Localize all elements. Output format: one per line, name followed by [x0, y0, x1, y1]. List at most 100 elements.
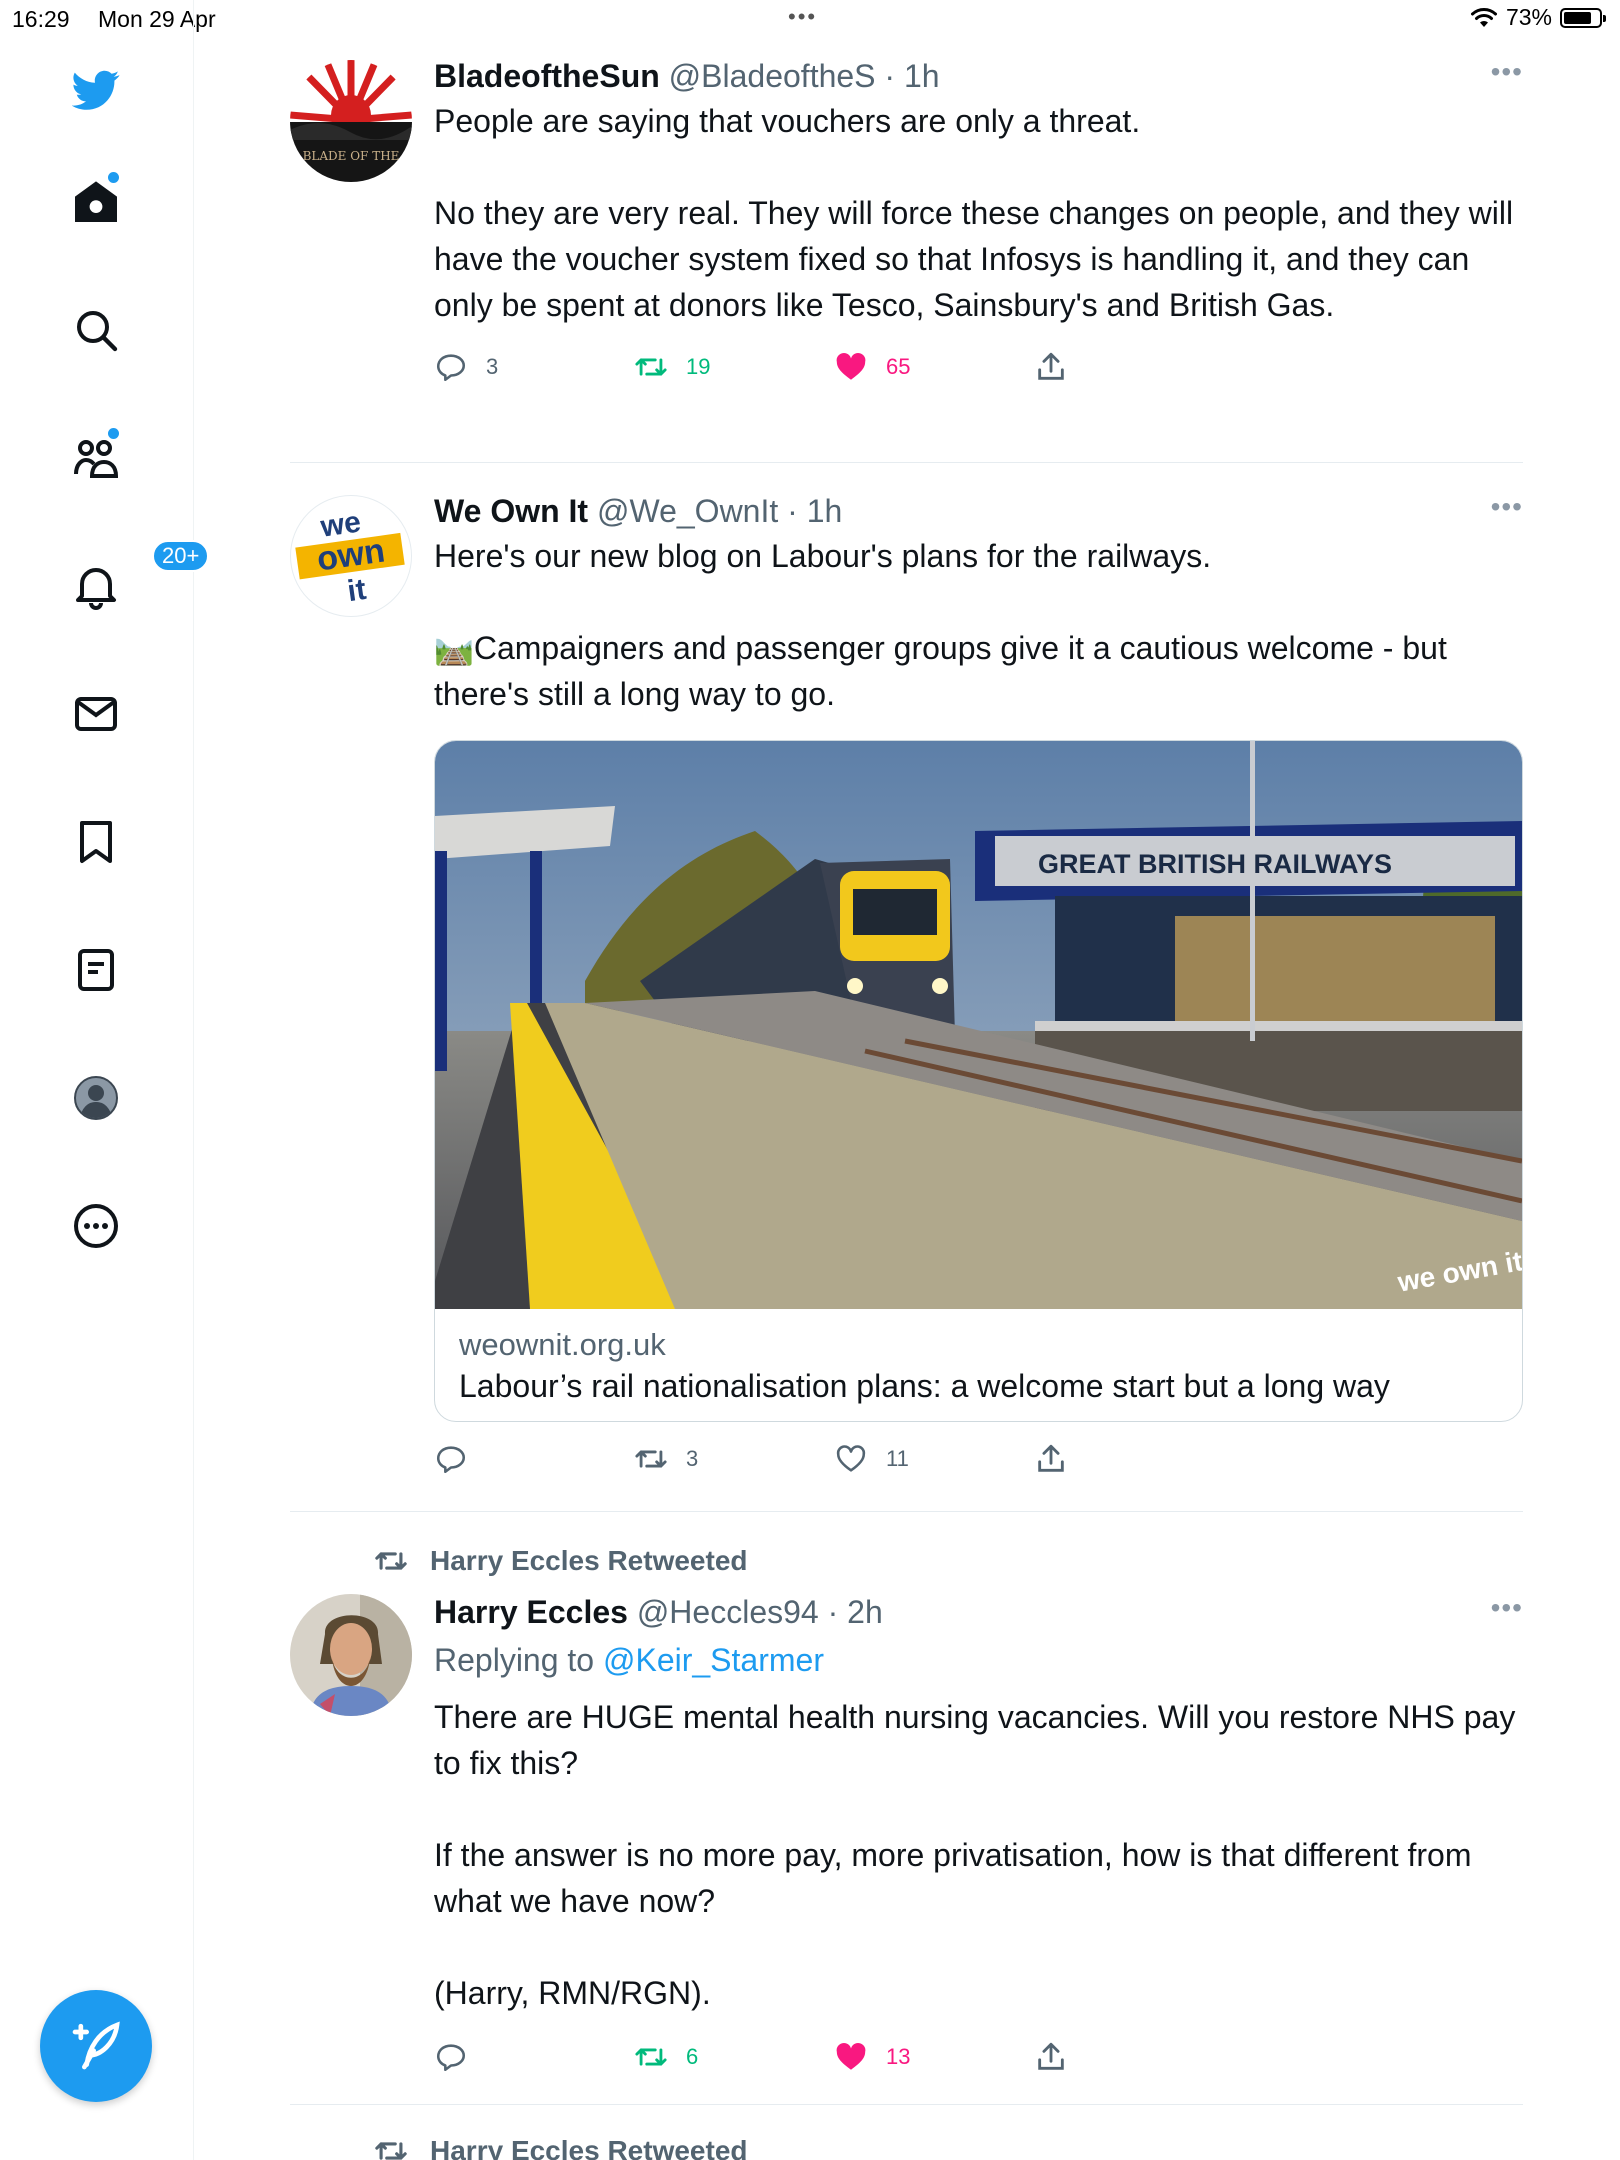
timestamp[interactable]: · 1h	[787, 493, 842, 529]
tweet[interactable]: BLADE OF THE BladeoftheSun @BladeoftheS …	[290, 56, 1523, 436]
tweet-actions: 3 19 65	[434, 350, 1523, 390]
multitasking-dots[interactable]: •••	[788, 4, 817, 30]
tweet-content: BladeoftheSun @BladeoftheS · 1h ••• Peop…	[434, 56, 1523, 390]
share-button[interactable]	[1034, 2040, 1068, 2074]
nav-communities[interactable]	[64, 426, 128, 490]
retweeted-by-text: Harry Eccles Retweeted	[430, 1545, 748, 1576]
reply-button[interactable]: 3	[434, 350, 498, 384]
bell-icon	[76, 568, 116, 610]
share-button[interactable]	[1034, 350, 1068, 384]
nav-lists[interactable]	[64, 938, 128, 1002]
blade-of-the-sun-avatar-image: BLADE OF THE	[290, 60, 412, 182]
like-button[interactable]: 65	[834, 350, 910, 384]
tweet-more-button[interactable]: •••	[1491, 1592, 1523, 1624]
retweeted-by-text: Harry Eccles Retweeted	[430, 2135, 748, 2160]
battery-icon	[1560, 7, 1606, 28]
home-new-dot	[108, 172, 119, 183]
twitter-logo-button[interactable]	[64, 58, 128, 122]
railway-station-photo: GREAT BRITISH RAILWAYS we own it	[435, 741, 1522, 1309]
tweet-header: BladeoftheSun @BladeoftheS · 1h	[434, 56, 1523, 96]
display-name[interactable]: Harry Eccles	[434, 1594, 628, 1630]
station-sign-text: GREAT BRITISH RAILWAYS	[1038, 849, 1392, 879]
avatar[interactable]: we own it	[290, 495, 412, 617]
tweet[interactable]: Harry Eccles Retweeted Harry Eccles @Hec…	[290, 1540, 1523, 2100]
battery-percentage: 73%	[1505, 4, 1552, 30]
tweet[interactable]: Harry Eccles Retweeted	[290, 2130, 1523, 2160]
handle[interactable]: @Heccles94	[637, 1594, 819, 1630]
link-card-image: GREAT BRITISH RAILWAYS we own it	[435, 741, 1522, 1309]
nav-explore[interactable]	[64, 298, 128, 362]
heart-filled-icon	[836, 352, 866, 380]
nav-notifications[interactable]: 20+	[64, 540, 210, 618]
reply-button[interactable]	[434, 2040, 486, 2074]
retweet-button[interactable]: 3	[634, 1442, 698, 1476]
retweet-small-icon	[375, 2142, 407, 2160]
communities-icon	[74, 440, 119, 478]
home-icon	[75, 181, 117, 222]
replying-to-mention[interactable]: @Keir_Starmer	[603, 1642, 824, 1678]
we-own-it-avatar-image: we own it	[295, 505, 405, 608]
link-card[interactable]: GREAT BRITISH RAILWAYS we own it weownit…	[434, 740, 1523, 1422]
avatar[interactable]	[290, 1594, 412, 1716]
more-circle-icon	[74, 1204, 118, 1248]
nav-bookmarks[interactable]	[64, 810, 128, 874]
notifications-count-badge: 20+	[152, 540, 210, 572]
tweet-actions: 6 13	[434, 2040, 1523, 2080]
profile-avatar-icon	[74, 1076, 118, 1120]
retweeted-by-label[interactable]: Harry Eccles Retweeted	[374, 1544, 748, 1578]
like-count: 65	[886, 354, 911, 379]
wifi-icon	[1470, 7, 1497, 27]
tweet-header: Harry Eccles @Heccles94 · 2h	[434, 1592, 1523, 1632]
retweet-icon	[635, 1450, 667, 1468]
retweet-icon	[635, 358, 667, 376]
retweet-count: 19	[686, 354, 711, 379]
mail-icon	[75, 697, 117, 731]
tweet-content: Harry Eccles @Heccles94 · 2h ••• Replyin…	[434, 1592, 1523, 2080]
retweet-button[interactable]: 19	[634, 350, 710, 384]
reply-icon	[436, 1446, 466, 1474]
handle[interactable]: @BladeoftheS	[669, 58, 876, 94]
nav-home[interactable]	[64, 170, 128, 234]
tweet-text: There are HUGE mental health nursing vac…	[434, 1699, 1516, 2011]
harry-eccles-avatar-photo	[290, 1594, 412, 1716]
link-card-meta: weownit.org.uk Labour’s rail nationalisa…	[435, 1309, 1522, 1421]
tweet-text: Here's our new blog on Labour's plans fo…	[434, 538, 1447, 712]
status-right: 73%	[1470, 4, 1606, 31]
link-card-domain: weownit.org.uk	[459, 1327, 666, 1362]
tweet-more-button[interactable]: •••	[1491, 491, 1523, 523]
heart-outline-icon	[836, 1445, 866, 1472]
handle[interactable]: @We_OwnIt	[597, 493, 778, 529]
retweet-button[interactable]: 6	[634, 2040, 698, 2074]
heart-filled-icon	[836, 2042, 866, 2070]
compose-tweet-button[interactable]	[40, 1990, 152, 2102]
timestamp[interactable]: · 2h	[828, 1594, 883, 1630]
avatar-logo-it: it	[345, 573, 368, 608]
retweet-small-icon	[375, 1552, 407, 1570]
avatar[interactable]: BLADE OF THE	[290, 60, 412, 182]
tweet-content: We Own It @We_OwnIt · 1h ••• Here's our …	[434, 491, 1523, 717]
share-icon	[1038, 1444, 1064, 1472]
nav-messages[interactable]	[64, 682, 128, 746]
retweeted-by-label[interactable]: Harry Eccles Retweeted	[374, 2134, 748, 2160]
retweet-count: 3	[686, 1446, 699, 1471]
tweet-divider	[290, 2104, 1523, 2105]
share-button[interactable]	[1034, 1442, 1068, 1476]
share-icon	[1038, 2042, 1064, 2070]
reply-icon	[436, 354, 466, 382]
timestamp[interactable]: · 1h	[884, 58, 939, 94]
reply-count: 3	[486, 354, 499, 379]
nav-more[interactable]	[64, 1194, 128, 1258]
retweet-count: 6	[686, 2044, 699, 2069]
sidebar: 20+	[0, 0, 210, 2160]
like-button[interactable]: 13	[834, 2040, 910, 2074]
like-count: 13	[886, 2044, 911, 2069]
like-button[interactable]: 11	[834, 1442, 909, 1476]
tweet-more-button[interactable]: •••	[1491, 56, 1523, 88]
nav-profile[interactable]	[64, 1066, 128, 1130]
tweet[interactable]: we own it We Own It @We_OwnIt · 1h ••• H…	[290, 491, 1523, 1501]
reply-button[interactable]	[434, 1442, 486, 1476]
twitter-bird-icon	[72, 70, 120, 110]
display-name[interactable]: We Own It	[434, 493, 588, 529]
tweet-header: We Own It @We_OwnIt · 1h	[434, 491, 1523, 531]
display-name[interactable]: BladeoftheSun	[434, 58, 660, 94]
